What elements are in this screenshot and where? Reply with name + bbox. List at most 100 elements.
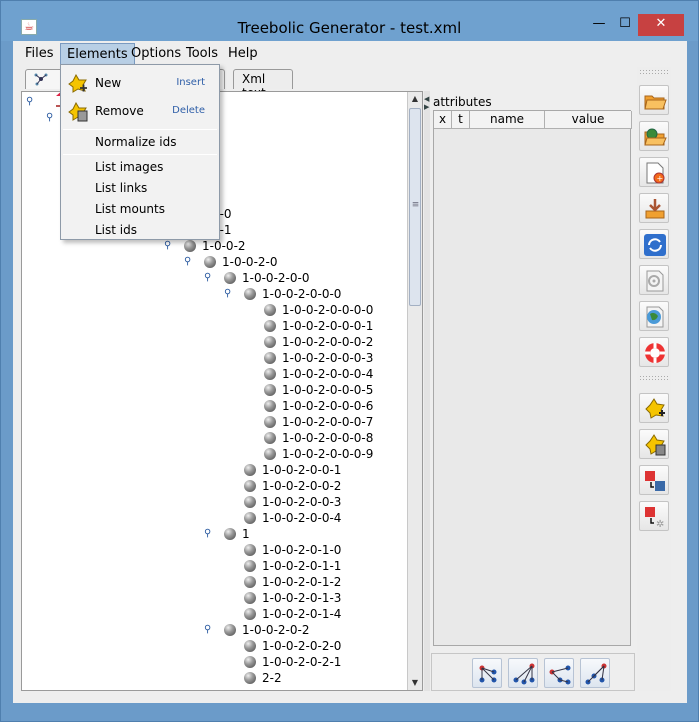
menu-help[interactable]: Help xyxy=(228,46,258,61)
tree-node[interactable]: 1-0-0-2-0-0-0-2 xyxy=(264,334,373,350)
menu-options[interactable]: Options xyxy=(131,46,181,61)
tree-layout-2-icon[interactable] xyxy=(508,658,538,688)
column-header-x[interactable]: x xyxy=(434,111,452,129)
tree-node[interactable]: 1-0-0-2-0-0-0-9 xyxy=(264,446,373,462)
tab-xml-text[interactable]: Xml text xyxy=(233,69,293,100)
node-ball-icon xyxy=(264,320,276,332)
tree-expand-handle[interactable]: ⚲ xyxy=(46,110,53,126)
maximize-button[interactable]: ☐ xyxy=(612,14,638,36)
column-header-name[interactable]: name xyxy=(470,111,545,129)
tree-expand-handle[interactable]: ⚲ xyxy=(184,254,191,270)
menu-item-remove-shortcut: Delete xyxy=(172,105,205,116)
tree-expand-handle[interactable]: ⚲ xyxy=(26,94,33,110)
node-ball-icon xyxy=(244,464,256,476)
tree-node[interactable]: 1-0-0-2-0-2-0 xyxy=(244,638,341,654)
unlink-nodes-icon[interactable]: ✲ xyxy=(639,501,669,531)
tree-node[interactable]: 1-0-0-2-0-1-0 xyxy=(244,542,341,558)
svg-text:+: + xyxy=(657,174,664,183)
tree-node[interactable]: 1-0-0-2-0-1-4 xyxy=(244,606,341,622)
tree-node[interactable]: 1-0-0-2-0-0-3 xyxy=(244,494,341,510)
tree-node[interactable]: ⚲ 1-0-0-2-0 xyxy=(184,254,278,270)
scroll-up-arrow-icon[interactable]: ▲ xyxy=(408,92,422,106)
tree-node[interactable]: 1-0-0-2-0-0-0-7 xyxy=(264,414,373,430)
tree-expand-handle[interactable]: ⚲ xyxy=(204,526,211,542)
node-ball-icon xyxy=(264,400,276,412)
tree-node[interactable]: 1-0-0-2-0-0-0-6 xyxy=(264,398,373,414)
menu-item-list-mounts[interactable]: List mounts xyxy=(61,199,219,219)
tree-expand-handle[interactable]: ⚲ xyxy=(204,622,211,638)
link-nodes-icon[interactable] xyxy=(639,465,669,495)
vertical-scrollbar[interactable]: ▲ ≡ ▼ xyxy=(407,92,422,690)
tree-node[interactable]: 1-0-0-2-0-1-2 xyxy=(244,574,341,590)
tree-node-label: 1-0-0-2-0-0-3 xyxy=(262,495,342,509)
tree-node[interactable]: 1-0-0-2-0-1-1 xyxy=(244,558,341,574)
tree-layout-4-icon[interactable] xyxy=(580,658,610,688)
split-divider[interactable]: ◀ ▶ xyxy=(424,91,430,691)
tree-node[interactable]: 1-0-0-2-0-0-0-4 xyxy=(264,366,373,382)
menu-item-list-ids[interactable]: List ids xyxy=(61,220,219,240)
tree-node[interactable]: 2-2 xyxy=(244,670,282,686)
column-header-t[interactable]: t xyxy=(452,111,470,129)
tree-node[interactable]: ⚲ 1-0-0-2-0-0 xyxy=(204,270,309,286)
menu-item-remove[interactable]: Remove Delete xyxy=(61,101,219,122)
node-ball-icon xyxy=(244,512,256,524)
tree-node-label: 2-2 xyxy=(262,671,282,685)
title-bar[interactable]: ☕ Treebolic Generator - test.xml — ☐ ✕ xyxy=(1,1,698,41)
refresh-icon[interactable] xyxy=(639,229,669,259)
tree-expand-handle[interactable]: ⚲ xyxy=(224,286,231,302)
tree-node-label: 1-0-0-2 xyxy=(202,239,246,253)
menu-item-list-images[interactable]: List images xyxy=(61,157,219,177)
help-lifebuoy-icon[interactable] xyxy=(639,337,669,367)
tree-node[interactable]: 1-0-0-2-0-2-1 xyxy=(244,654,341,670)
tree-node[interactable]: ⚲ 1-0-0-2 xyxy=(164,238,246,254)
minimize-button[interactable]: — xyxy=(586,14,612,36)
tree-node[interactable]: 1-0-0-2-0-0-0-0 xyxy=(264,302,373,318)
toolbar-grip[interactable] xyxy=(639,69,669,75)
tree-node[interactable]: 1-0-0-2-0-0-0-5 xyxy=(264,382,373,398)
scroll-thumb[interactable]: ≡ xyxy=(409,108,421,306)
open-url-icon[interactable] xyxy=(639,121,669,151)
tree-node[interactable]: 1-0-0-2-0-0-0-1 xyxy=(264,318,373,334)
close-button[interactable]: ✕ xyxy=(638,14,684,36)
node-ball-icon xyxy=(264,336,276,348)
tree-node[interactable]: 1-0-0-2-0-0-0-8 xyxy=(264,430,373,446)
scroll-down-arrow-icon[interactable]: ▼ xyxy=(408,676,422,690)
tree-expand-handle[interactable]: ⚲ xyxy=(204,270,211,286)
collapse-arrows-icon[interactable]: ◀ ▶ xyxy=(424,95,429,111)
tree-node[interactable]: ⚲ 1-0-0-2-0-2 xyxy=(204,622,309,638)
tree-node-label: 1-0-0-2-0-0-0-5 xyxy=(282,383,374,397)
attributes-table[interactable]: x t name value xyxy=(433,110,632,646)
globe-icon[interactable] xyxy=(639,301,669,331)
menu-item-normalize-ids[interactable]: Normalize ids xyxy=(61,132,219,152)
tree-layout-1-icon[interactable] xyxy=(472,658,502,688)
toolbar-grip[interactable] xyxy=(639,375,669,381)
menu-files[interactable]: Files xyxy=(25,46,54,61)
tree-node[interactable]: 1-0-0-2-0-0-2 xyxy=(244,478,341,494)
column-header-value[interactable]: value xyxy=(545,111,632,129)
menu-item-new[interactable]: New Insert xyxy=(61,73,219,93)
settings-document-icon[interactable] xyxy=(639,265,669,295)
tree-node-label: 1-0-0-2-0-0-0 xyxy=(262,287,342,301)
add-node-icon[interactable] xyxy=(639,393,669,423)
node-ball-icon xyxy=(264,352,276,364)
menu-item-normalize-ids-label: Normalize ids xyxy=(95,135,177,149)
tree-node[interactable]: ⚲ 1 xyxy=(204,526,250,542)
elements-dropdown-menu: New Insert Remove Delete Normalize ids L… xyxy=(60,64,220,240)
tree-node[interactable]: 1-0-0-2-0-0-1 xyxy=(244,462,341,478)
tree-layout-toolbar xyxy=(431,653,635,691)
menu-tools[interactable]: Tools xyxy=(186,46,218,61)
new-document-icon[interactable]: + xyxy=(639,157,669,187)
menu-item-list-links[interactable]: List links xyxy=(61,178,219,198)
tree-node[interactable]: ⚲ 1-0-0-2-0-0-0 xyxy=(224,286,342,302)
menu-item-list-ids-label: List ids xyxy=(95,223,137,237)
tree-layout-3-icon[interactable] xyxy=(544,658,574,688)
tree-node[interactable]: 1-0-0-2-0-1-3 xyxy=(244,590,341,606)
tree-node-label: 1-0-0-2-0-0-0-3 xyxy=(282,351,374,365)
tree-expand-handle[interactable]: ⚲ xyxy=(164,238,171,254)
tree-node[interactable]: 1-0-0-2-0-0-0-3 xyxy=(264,350,373,366)
open-folder-icon[interactable] xyxy=(639,85,669,115)
import-icon[interactable] xyxy=(639,193,669,223)
menu-elements[interactable]: Elements xyxy=(60,43,135,65)
remove-node-icon[interactable] xyxy=(639,429,669,459)
tree-node[interactable]: 1-0-0-2-0-0-4 xyxy=(244,510,341,526)
